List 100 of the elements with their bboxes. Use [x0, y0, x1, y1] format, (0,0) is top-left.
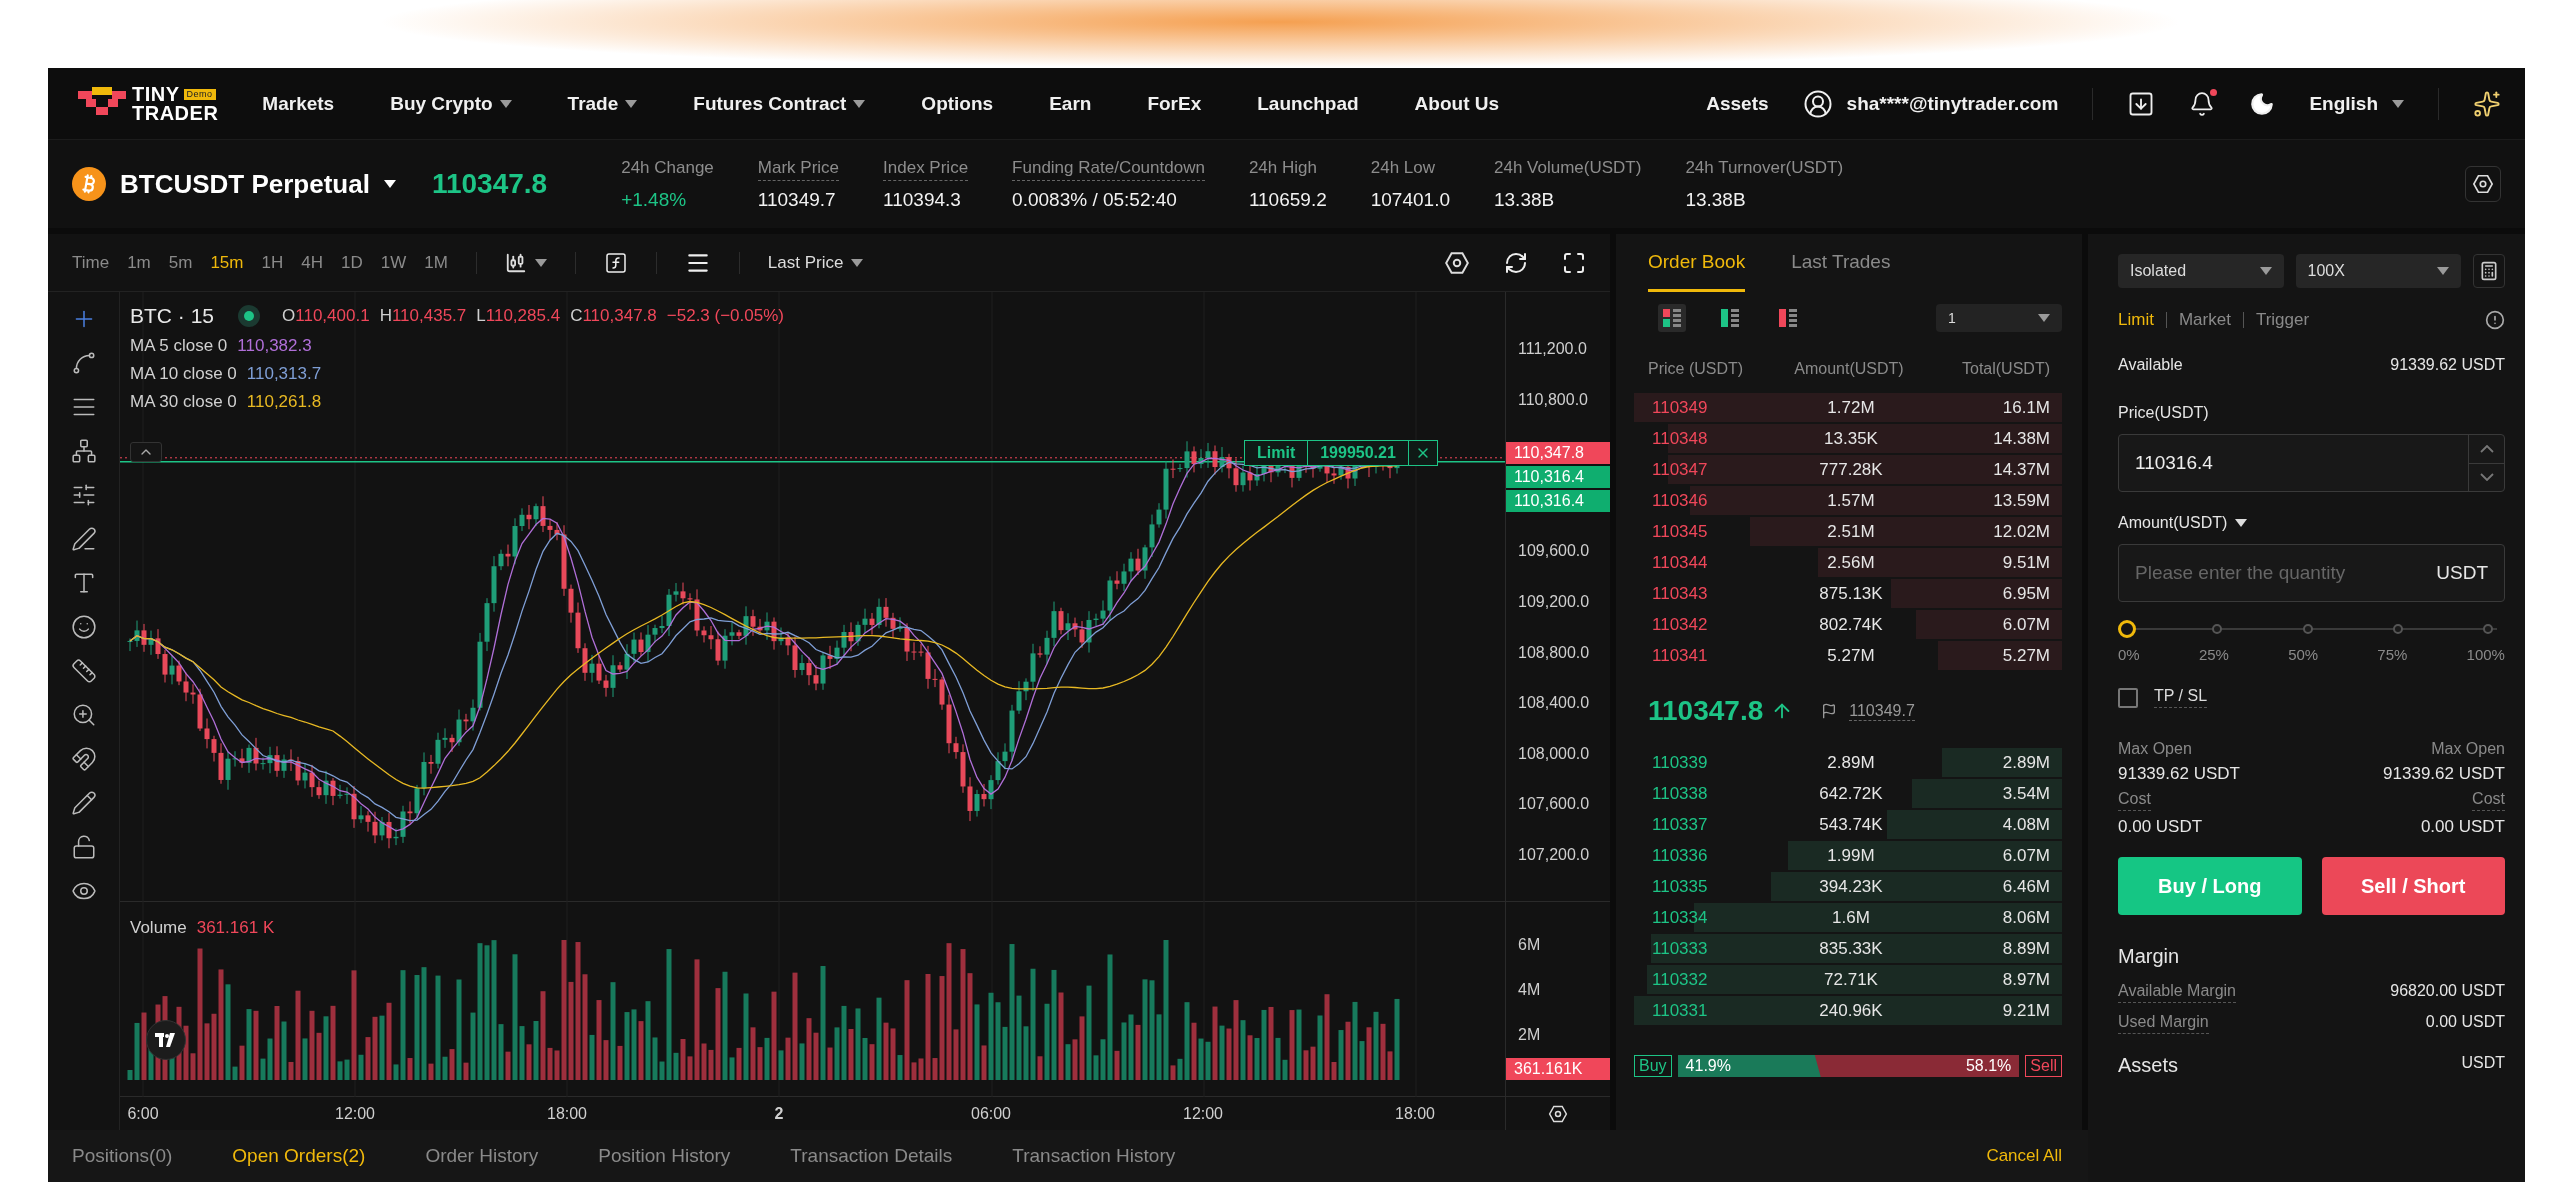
leverage-select[interactable]: 100X	[2295, 254, 2462, 288]
timeframe-tab[interactable]: Time	[72, 252, 110, 273]
order-book-row[interactable]: 110336 1.99M 6.07M	[1634, 840, 2062, 871]
timeframe-tab[interactable]: 1H	[261, 252, 284, 273]
order-book-row[interactable]: 110341 5.27M 5.27M	[1634, 640, 2062, 671]
nav-item[interactable]: Trade	[567, 92, 638, 115]
order-book-row[interactable]: 110342 802.74K 6.07M	[1634, 609, 2062, 640]
settings-button[interactable]	[2465, 166, 2501, 202]
bottom-tab[interactable]: Open Orders(2)	[232, 1145, 366, 1167]
nav-item[interactable]: Earn	[1049, 92, 1092, 115]
chart-type-button[interactable]	[504, 251, 547, 274]
amount-field[interactable]: Please enter the quantity USDT	[2118, 544, 2505, 602]
pencil-icon[interactable]	[70, 790, 97, 816]
bottom-tab[interactable]: Order History	[425, 1145, 539, 1167]
amount-slider[interactable]	[2118, 620, 2497, 638]
order-book-row[interactable]: 110335 394.23K 6.46M	[1634, 871, 2062, 902]
order-book-row[interactable]: 110332 72.71K 8.97M	[1634, 964, 2062, 995]
refresh-button[interactable]	[1504, 250, 1528, 275]
time-tick: 18:00	[547, 1105, 587, 1123]
price-cell-text: 110342	[1652, 614, 1709, 635]
timeframe-tab[interactable]: 1D	[340, 252, 363, 273]
sparkle-button[interactable]	[2473, 89, 2501, 118]
price-tag: 110,347.8	[1506, 442, 1610, 464]
book-tab[interactable]: Last Trades	[1791, 234, 1891, 292]
time-tick: 12:00	[335, 1105, 375, 1123]
bottom-tab[interactable]: Transaction Details	[790, 1145, 953, 1167]
nav-item[interactable]: Buy Crypto	[390, 92, 512, 115]
price-cell-text: 110331	[1652, 1000, 1709, 1021]
total-cell-text: 8.06M	[2001, 907, 2050, 928]
order-book-row[interactable]: 110333 835.33K 8.89M	[1634, 933, 2062, 964]
price-field[interactable]: 110316.4	[2118, 434, 2505, 492]
bottom-tab[interactable]: Positions(0)	[72, 1145, 173, 1167]
order-type-tab[interactable]: Market	[2178, 310, 2231, 330]
slider-thumb[interactable]	[2118, 620, 2136, 638]
order-book-row[interactable]: 110331 240.96K 9.21M	[1634, 995, 2062, 1026]
order-type-tab[interactable]: Trigger	[2255, 310, 2310, 330]
settings-button[interactable]	[1444, 249, 1470, 276]
margin-mode-select[interactable]: Isolated	[2118, 254, 2284, 288]
nav-item[interactable]: About Us	[1414, 92, 1500, 115]
timeframe-tab[interactable]: 4H	[301, 252, 323, 273]
smiley-icon[interactable]	[70, 614, 97, 640]
order-book-row[interactable]: 110349 1.72M 16.1M	[1634, 392, 2062, 423]
slider-tick: 75%	[2377, 646, 2408, 663]
tpsl-checkbox[interactable]	[2118, 687, 2138, 708]
price-cell-text: 110332	[1652, 969, 1709, 990]
price-input[interactable]: 110316.4	[2119, 452, 2468, 474]
ohlc-value: H110,435.7	[379, 306, 467, 326]
slider-tick: 50%	[2288, 646, 2319, 663]
calculator-button[interactable]	[2473, 254, 2505, 288]
order-book-row[interactable]: 110339 2.89M 2.89M	[1634, 747, 2062, 778]
notification-button[interactable]	[2189, 90, 2216, 117]
order-book-row[interactable]: 110345 2.51M 12.02M	[1634, 516, 2062, 547]
account-button[interactable]: sha****@tinytrader.com	[1802, 88, 2059, 119]
sell-short-button[interactable]: Sell / Short	[2321, 857, 2505, 915]
collapse-legend-button[interactable]	[130, 442, 162, 462]
dark-mode-button[interactable]	[2249, 90, 2276, 117]
nav-item[interactable]: Launchpad	[1257, 92, 1359, 115]
order-book-row[interactable]: 110338 642.72K 3.54M	[1634, 778, 2062, 809]
book-layout-button[interactable]	[1658, 304, 1686, 332]
order-book-row[interactable]: 110348 13.35K 14.38M	[1634, 423, 2062, 454]
indicators-button[interactable]	[603, 250, 628, 275]
price-type-select[interactable]: Last Price	[767, 252, 864, 273]
magnet-icon[interactable]	[70, 746, 97, 772]
trend-line-icon[interactable]	[70, 350, 97, 376]
order-book-row[interactable]: 110337 543.74K 4.08M	[1634, 809, 2062, 840]
pen-icon[interactable]	[70, 526, 97, 552]
book-tab[interactable]: Order Book	[1648, 234, 1746, 292]
timeframe-tab[interactable]: 5m	[168, 252, 193, 273]
nav-item[interactable]: Futures Contract	[693, 92, 866, 115]
nav-item[interactable]: Markets	[262, 92, 335, 115]
timeframe-tab[interactable]: 15m	[210, 252, 244, 273]
logo-text: TRADER	[132, 103, 219, 123]
nav-item[interactable]: Options	[921, 92, 994, 115]
amount-input[interactable]: Please enter the quantity	[2119, 562, 2437, 584]
order-book-row[interactable]: 110343 875.13K 6.95M	[1634, 578, 2062, 609]
open-order-label[interactable]: Limit 199950.21	[1244, 440, 1438, 466]
ruler-icon[interactable]	[70, 658, 97, 684]
fullscreen-button[interactable]	[1562, 250, 1586, 275]
pattern-icon[interactable]	[70, 438, 97, 464]
order-book-row[interactable]: 110334 1.6M 8.06M	[1634, 902, 2062, 933]
bottom-tab[interactable]: Position History	[598, 1145, 731, 1167]
cancel-all-button[interactable]: Cancel All	[1986, 1146, 2062, 1166]
order-book-row[interactable]: 110347 777.28K 14.37M	[1634, 454, 2062, 485]
order-type-tab[interactable]: Limit	[2118, 310, 2154, 330]
axis-settings-button[interactable]	[1548, 1103, 1568, 1124]
bottom-tab[interactable]: Transaction History	[1012, 1145, 1176, 1167]
timeframe-tab[interactable]: 1M	[424, 252, 448, 273]
symbol-select[interactable]: BTCUSDT Perpetual	[120, 168, 396, 200]
unlock-icon[interactable]	[70, 834, 97, 860]
assets-link[interactable]: Assets	[1706, 92, 1769, 115]
available-value: 91339.62 USDT	[2390, 356, 2505, 374]
bitcoin-coin-icon	[72, 167, 106, 201]
nav-item[interactable]: ForEx	[1147, 92, 1202, 115]
order-book-row[interactable]: 110344 2.56M 9.51M	[1634, 547, 2062, 578]
timeframe-tab[interactable]: 1m	[127, 252, 151, 273]
language-select[interactable]: English	[2309, 92, 2404, 115]
timeframe-tab[interactable]: 1W	[380, 252, 407, 273]
column-header: Price (USDT)	[1648, 360, 1745, 378]
precision-select[interactable]: 1	[1936, 304, 2062, 332]
order-book-row[interactable]: 110346 1.57M 13.59M	[1634, 485, 2062, 516]
